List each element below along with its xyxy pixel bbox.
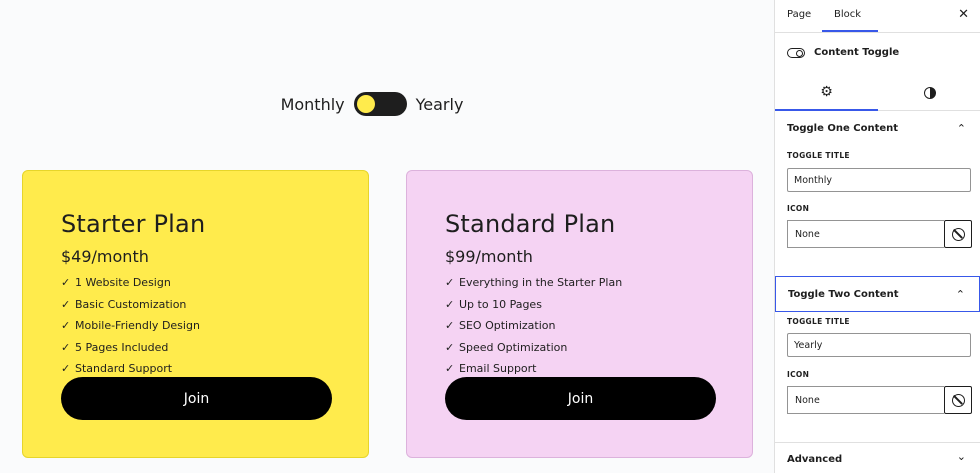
panel-title: Toggle Two Content <box>788 289 899 300</box>
toggle-one-icon-select[interactable]: None <box>787 220 944 248</box>
clear-icon-button[interactable] <box>944 220 972 248</box>
toggle-monthly-label[interactable]: Monthly <box>281 95 345 114</box>
feature-list: ✓ 1 Website Design ✓ Basic Customization ✓… <box>61 272 368 380</box>
feature-item: ✓ Basic Customization <box>61 294 368 316</box>
panel-divider <box>775 442 980 443</box>
toggle-knob <box>356 95 375 113</box>
check-icon: ✓ <box>445 319 455 333</box>
contrast-icon <box>923 87 936 99</box>
block-inspector-sidebar: Page Block ✕ Content Toggle ⚙ Toggle One… <box>774 0 980 473</box>
feature-item: ✓ Mobile-Friendly Design <box>61 315 368 337</box>
panel-header-toggle-one[interactable]: Toggle One Content ⌃ <box>775 111 980 147</box>
panel-title: Toggle One Content <box>787 123 899 134</box>
sidebar-tabs: Page Block ✕ <box>775 0 980 33</box>
check-icon: ✓ <box>61 297 71 311</box>
feature-text: Speed Optimization <box>459 340 568 354</box>
check-icon: ✓ <box>61 319 71 333</box>
toggle-yearly-label[interactable]: Yearly <box>416 95 464 114</box>
panel-toggle-two: Toggle Two Content ⌃ TOGGLE TITLE ICON N… <box>775 276 980 444</box>
feature-text: Up to 10 Pages <box>459 297 542 311</box>
check-icon: ✓ <box>445 362 455 376</box>
feature-text: Mobile-Friendly Design <box>75 319 200 333</box>
icon-label: ICON <box>787 370 810 379</box>
icon-label: ICON <box>787 204 810 213</box>
feature-list: ✓ Everything in the Starter Plan ✓ Up to 1… <box>445 272 752 380</box>
feature-item: ✓ Everything in the Starter Plan <box>445 272 752 294</box>
feature-item: ✓ Up to 10 Pages <box>445 294 752 316</box>
block-card: Content Toggle <box>775 33 980 75</box>
check-icon: ✓ <box>445 297 455 311</box>
chevron-down-icon: ⌄ <box>956 450 966 463</box>
ban-icon <box>951 227 965 241</box>
content-toggle: Monthly Yearly <box>0 92 744 116</box>
plan-title: Standard Plan <box>445 210 616 238</box>
tab-page[interactable]: Page <box>787 9 811 20</box>
toggle-title-label: TOGGLE TITLE <box>787 151 850 160</box>
feature-item: ✓ Speed Optimization <box>445 337 752 359</box>
toggle-one-title-input[interactable] <box>787 168 971 192</box>
pricing-card-standard[interactable]: Standard Plan $99/month ✓ Everything in t… <box>406 170 753 458</box>
feature-text: 1 Website Design <box>75 276 171 289</box>
panel-header-advanced[interactable]: Advanced ⌄ <box>775 444 980 472</box>
chevron-up-icon: ⌃ <box>955 288 965 301</box>
toggle-switch[interactable] <box>353 92 407 116</box>
check-icon: ✓ <box>61 340 71 354</box>
check-icon: ✓ <box>445 276 455 289</box>
feature-text: Basic Customization <box>75 297 187 311</box>
clear-icon-button[interactable] <box>944 386 972 414</box>
close-icon[interactable]: ✕ <box>958 7 969 22</box>
toggle-block-icon <box>787 48 805 58</box>
inspector-mode-tabs: ⚙ <box>775 75 980 111</box>
toggle-two-title-input[interactable] <box>787 333 971 357</box>
editor-canvas: Monthly Yearly Starter Plan $49/month ✓ 1… <box>0 0 774 473</box>
feature-item: ✓ 5 Pages Included <box>61 337 368 359</box>
chevron-up-icon: ⌃ <box>956 122 966 135</box>
tab-styles[interactable] <box>878 75 980 111</box>
plan-price: $99/month <box>445 247 533 266</box>
ban-icon <box>951 393 965 407</box>
plan-title: Starter Plan <box>61 210 206 238</box>
feature-item: ✓ 1 Website Design <box>61 272 368 294</box>
plan-price: $49/month <box>61 247 149 266</box>
feature-text: 5 Pages Included <box>75 340 169 354</box>
feature-text: SEO Optimization <box>459 319 556 333</box>
join-button[interactable]: Join <box>445 377 716 420</box>
check-icon: ✓ <box>61 276 71 289</box>
block-name: Content Toggle <box>814 47 900 58</box>
panel-title: Advanced <box>787 454 843 465</box>
join-button[interactable]: Join <box>61 377 332 420</box>
gear-icon: ⚙ <box>820 84 833 100</box>
tab-block[interactable]: Block <box>834 9 861 20</box>
check-icon: ✓ <box>61 362 71 376</box>
tab-settings[interactable]: ⚙ <box>775 75 878 111</box>
feature-text: Everything in the Starter Plan <box>459 276 623 289</box>
active-tab-indicator <box>822 30 878 32</box>
feature-item: ✓ SEO Optimization <box>445 315 752 337</box>
panel-header-toggle-two[interactable]: Toggle Two Content ⌃ <box>775 276 980 312</box>
pricing-card-starter[interactable]: Starter Plan $49/month ✓ 1 Website Design… <box>22 170 369 458</box>
toggle-title-label: TOGGLE TITLE <box>787 317 850 326</box>
toggle-two-icon-select[interactable]: None <box>787 386 944 414</box>
panel-toggle-one: Toggle One Content ⌃ TOGGLE TITLE ICON N… <box>775 111 980 276</box>
check-icon: ✓ <box>445 340 455 354</box>
